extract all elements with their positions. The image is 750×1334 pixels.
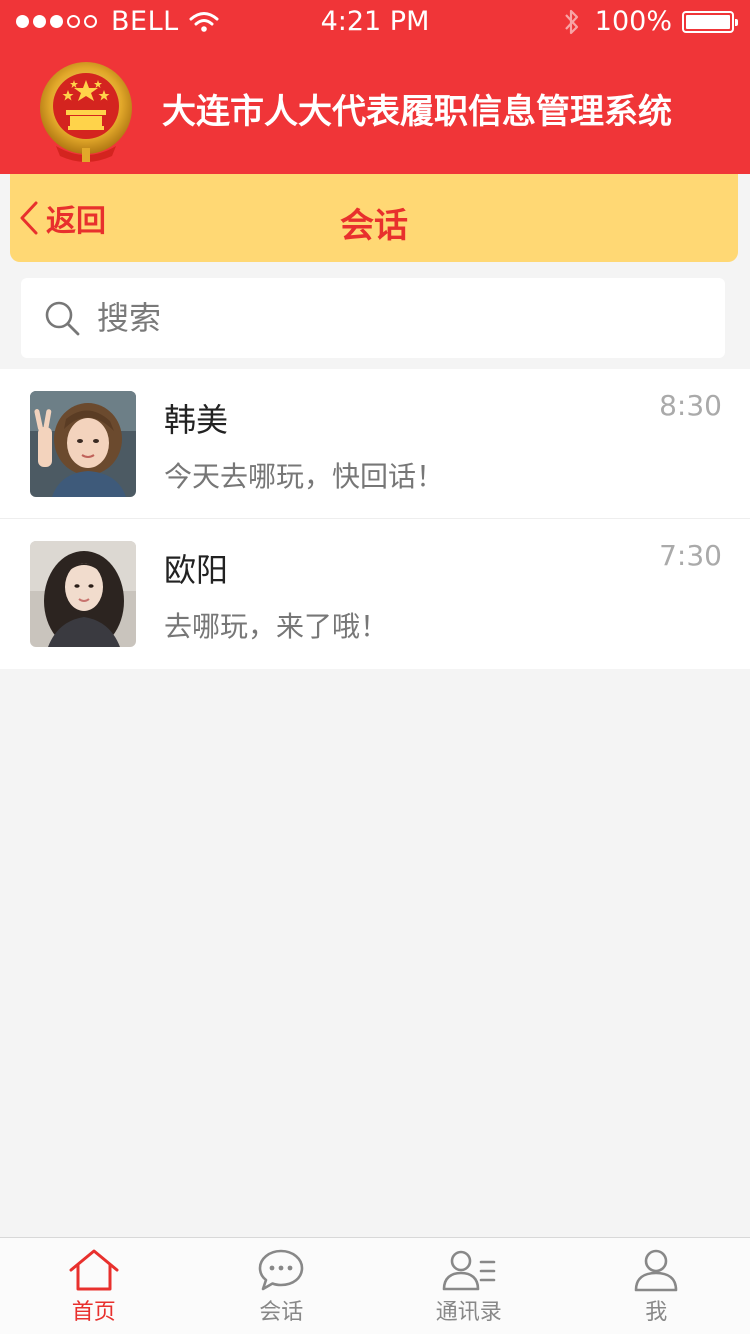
national-emblem-icon — [40, 62, 132, 162]
battery-percent: 100% — [594, 6, 672, 37]
contacts-icon — [442, 1250, 496, 1291]
bluetooth-icon — [564, 9, 578, 34]
battery-icon — [682, 10, 738, 33]
conversation-last-message: 去哪玩，来了哦！ — [164, 610, 389, 643]
tab-label: 首页 — [71, 1300, 116, 1325]
search-input[interactable] — [97, 299, 657, 337]
tab-label: 通讯录 — [435, 1300, 502, 1325]
tab-contacts[interactable]: 通讯录 — [375, 1238, 563, 1334]
conversation-name: 欧阳 — [164, 551, 229, 589]
avatar — [30, 391, 136, 497]
battery-tip — [735, 18, 738, 26]
search-icon — [45, 301, 80, 336]
tab-me[interactable]: 我 — [563, 1238, 750, 1334]
navigation-bar: 返回 会话 — [10, 174, 738, 262]
conversation-item[interactable]: 韩美 今天去哪玩，快回话！ 8:30 — [0, 369, 750, 519]
home-icon — [69, 1249, 119, 1291]
conversation-item[interactable]: 欧阳 去哪玩，来了哦！ 7:30 — [0, 519, 750, 669]
conversation-time: 7:30 — [659, 539, 722, 572]
app-title: 大连市人大代表履职信息管理系统 — [162, 92, 672, 132]
page-title: 会话 — [340, 206, 408, 246]
tab-home[interactable]: 首页 — [0, 1238, 188, 1334]
battery-fill — [686, 14, 730, 29]
conversation-list: 韩美 今天去哪玩，快回话！ 8:30 欧阳 去哪玩，来了哦！ 7:30 — [0, 369, 750, 669]
tab-label: 会话 — [259, 1300, 304, 1325]
app-root: BELL 4:21 PM 100% 大连市人大代表履职信息管理系统 返回 会话 … — [0, 0, 750, 1334]
avatar — [30, 541, 136, 647]
tab-bar: 首页 会话 通讯录 我 — [0, 1237, 750, 1334]
search-bar[interactable] — [21, 278, 725, 358]
chat-bubble-icon — [258, 1249, 304, 1291]
user-icon — [634, 1249, 678, 1292]
conversation-last-message: 今天去哪玩，快回话！ — [164, 460, 445, 493]
app-header: BELL 4:21 PM 100% 大连市人大代表履职信息管理系统 — [0, 0, 750, 174]
tab-label: 我 — [645, 1300, 668, 1325]
status-bar: BELL 4:21 PM 100% — [0, 0, 750, 42]
tab-chat[interactable]: 会话 — [188, 1238, 376, 1334]
conversation-time: 8:30 — [659, 389, 722, 422]
conversation-name: 韩美 — [164, 401, 229, 439]
status-right: 100% — [563, 6, 738, 37]
